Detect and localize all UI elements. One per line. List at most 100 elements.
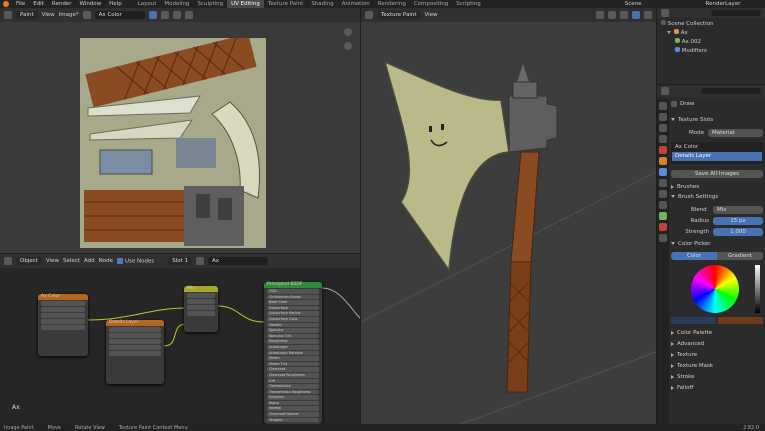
shader-editor[interactable]: Object View Select Add Node Use Nodes Sl… — [0, 254, 360, 424]
slot-dropdown[interactable]: Slot 1 — [168, 257, 193, 265]
blend-dropdown[interactable]: Mix — [713, 205, 763, 214]
menu-add[interactable]: Add — [84, 258, 95, 264]
principled-field[interactable]: Sheen Tint — [267, 361, 319, 367]
image-name-field[interactable]: Ax Color — [94, 11, 145, 19]
scene-tab-icon[interactable] — [659, 135, 667, 143]
principled-field[interactable]: Alpha — [267, 400, 319, 406]
menu-help[interactable]: Help — [109, 0, 122, 8]
brushes-panel-header[interactable]: Brushes — [671, 184, 763, 194]
principled-field[interactable]: Normal — [267, 406, 319, 412]
tab-compositing[interactable]: Compositing — [410, 0, 452, 8]
principled-field[interactable]: Subsurface Color — [267, 316, 319, 322]
panel-header-color-palette[interactable]: Color Palette — [671, 328, 763, 339]
principled-field[interactable]: IOR — [267, 378, 319, 384]
menu-view[interactable]: View — [46, 258, 59, 264]
principled-field[interactable]: Clearcoat — [267, 367, 319, 372]
image-node-ax-color[interactable]: Ax Color — [38, 294, 88, 356]
secondary-color-swatch[interactable] — [718, 317, 763, 324]
principled-field[interactable]: Subsurface — [267, 305, 319, 311]
menu-edit[interactable]: Edit — [33, 0, 44, 8]
panel-header-texture[interactable]: Texture — [671, 350, 763, 361]
image-editor[interactable]: Paint View Image* Ax Color — [0, 8, 360, 253]
outliner-search-input[interactable] — [711, 10, 761, 16]
rendered-shading-icon[interactable] — [644, 11, 652, 19]
data-tab-icon[interactable] — [659, 212, 667, 220]
gradient-tab[interactable]: Gradient — [717, 252, 763, 260]
slot-ax-color[interactable]: Ax Color — [672, 143, 762, 152]
pan-hand-icon[interactable] — [344, 42, 352, 50]
outliner-modifiers[interactable]: Modifiers — [661, 47, 761, 56]
xray-icon[interactable] — [608, 11, 616, 19]
mix-node[interactable]: Mix — [184, 286, 218, 332]
material-tab-icon[interactable] — [659, 223, 667, 231]
principled-field[interactable]: Transmission Roughness — [267, 389, 319, 395]
outliner-object-ax[interactable]: Ax — [661, 29, 761, 38]
zoom-icon[interactable] — [344, 28, 352, 36]
image-browse-icon[interactable] — [82, 11, 91, 19]
material-browse-icon[interactable] — [196, 257, 205, 265]
principled-field[interactable]: Roughness — [267, 339, 319, 344]
panel-header-stroke[interactable]: Stroke — [671, 372, 763, 383]
pin-icon[interactable] — [184, 11, 193, 19]
menu-view[interactable]: View — [425, 12, 438, 18]
panel-header-falloff[interactable]: Falloff — [671, 383, 763, 394]
principled-field[interactable]: Tangent — [267, 417, 319, 423]
menu-window[interactable]: Window — [79, 0, 101, 8]
render-tab-icon[interactable] — [659, 113, 667, 121]
principled-field[interactable]: Clearcoat Roughness — [267, 372, 319, 378]
tab-modeling[interactable]: Modeling — [160, 0, 193, 8]
principled-field[interactable]: Clearcoat Normal — [267, 412, 319, 417]
panel-header-texture-mask[interactable]: Texture Mask — [671, 361, 763, 372]
brush-settings-panel-header[interactable]: Brush Settings — [671, 194, 763, 204]
menu-view[interactable]: View — [42, 12, 55, 18]
active-brush[interactable]: Draw — [671, 99, 763, 109]
tab-texture-paint[interactable]: Texture Paint — [264, 0, 308, 8]
output-tab-icon[interactable] — [659, 124, 667, 132]
image-node-details-layer[interactable]: Details Layer — [106, 320, 164, 384]
primary-color-swatch[interactable] — [671, 317, 716, 324]
use-nodes-checkbox[interactable]: Use Nodes — [116, 257, 154, 264]
menu-select[interactable]: Select — [63, 258, 80, 264]
tool-tab-icon[interactable] — [659, 102, 667, 110]
menu-node[interactable]: Node — [99, 258, 113, 264]
particles-tab-icon[interactable] — [659, 179, 667, 187]
view-layer-selector[interactable]: RenderLayer — [706, 0, 741, 8]
tab-animation[interactable]: Animation — [338, 0, 374, 8]
physics-tab-icon[interactable] — [659, 190, 667, 198]
principled-field[interactable]: Metallic — [267, 322, 319, 328]
editor-type-icon[interactable] — [661, 9, 669, 17]
principled-field[interactable]: Specular — [267, 328, 319, 333]
principled-field[interactable]: Transmission — [267, 384, 319, 389]
material-name-field[interactable]: Ax — [208, 257, 269, 265]
radius-slider[interactable]: 15 px — [713, 216, 763, 225]
menu-render[interactable]: Render — [52, 0, 72, 8]
principled-field[interactable]: Specular Tint — [267, 333, 319, 339]
texture-paint-mode-dropdown[interactable]: Texture Paint — [377, 11, 421, 19]
principled-field[interactable]: Base Color — [267, 300, 319, 305]
color-wheel[interactable] — [691, 265, 739, 313]
tab-layout[interactable]: Layout — [134, 0, 161, 8]
outliner-scene-collection[interactable]: Scene Collection — [661, 20, 761, 29]
principled-bsdf-node[interactable]: Principled BSDF GGX Christensen-Burley Bas… — [264, 282, 322, 424]
solid-shading-icon[interactable] — [620, 11, 628, 19]
value-slider[interactable] — [755, 265, 760, 313]
new-image-icon[interactable] — [160, 11, 169, 19]
texture-slots-panel-header[interactable]: Texture Slots — [671, 117, 763, 127]
menu-image[interactable]: Image* — [59, 12, 79, 18]
principled-field[interactable]: GGX — [267, 289, 319, 294]
panel-header-advanced[interactable]: Advanced — [671, 339, 763, 350]
modifier-tab-icon[interactable] — [659, 168, 667, 176]
object-type-dropdown[interactable]: Object — [16, 257, 42, 265]
scene-selector[interactable]: Scene — [625, 0, 642, 8]
material-shading-icon[interactable] — [632, 11, 640, 19]
properties-search-input[interactable] — [701, 88, 761, 94]
fake-user-icon[interactable] — [148, 11, 157, 19]
world-tab-icon[interactable] — [659, 146, 667, 154]
overlay-icon[interactable] — [596, 11, 604, 19]
object-tab-icon[interactable] — [659, 157, 667, 165]
paint-mode-dropdown[interactable]: Paint — [16, 11, 38, 19]
color-tab[interactable]: Color — [671, 252, 717, 260]
slot-details-layer[interactable]: Details Layer — [672, 152, 762, 161]
texture-tab-icon[interactable] — [659, 234, 667, 242]
editor-type-icon[interactable] — [661, 87, 669, 95]
